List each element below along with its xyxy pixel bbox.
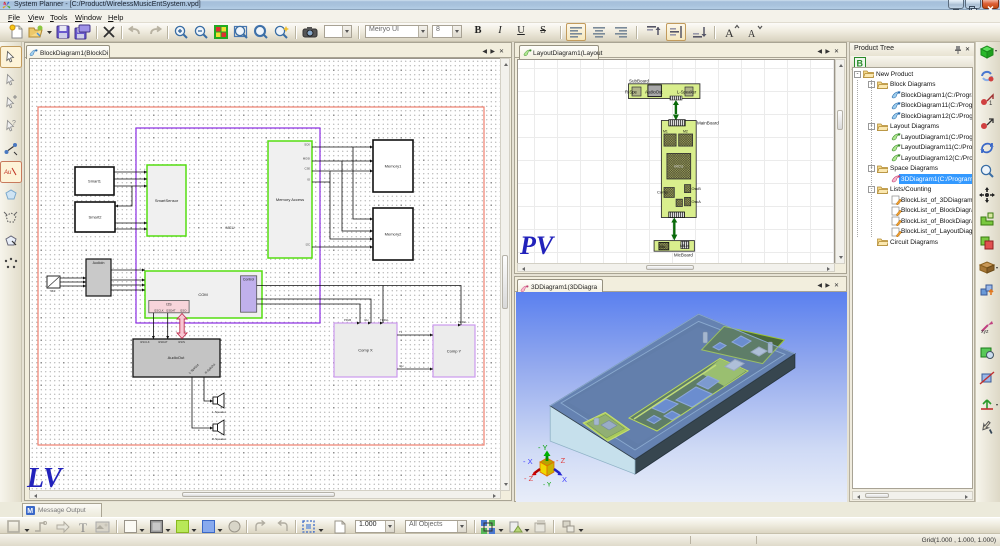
svg-text:SCK: SCK	[304, 143, 310, 147]
svg-text:Control: Control	[243, 278, 255, 282]
svg-text:I2H: I2H	[364, 318, 368, 322]
svg-text:I2SO: I2SO	[180, 309, 187, 313]
svg-text:Comp X: Comp X	[358, 348, 373, 353]
svg-text:I2SCLK: I2SCLK	[140, 340, 150, 344]
svg-text:Tx: Tx	[399, 330, 403, 334]
svg-text:L-Speaker: L-Speaker	[677, 90, 697, 95]
svg-text:MainBoard: MainBoard	[697, 121, 719, 126]
svg-text:I2SIN: I2SIN	[178, 340, 185, 344]
svg-text:AudioOut: AudioOut	[168, 355, 186, 360]
svg-text:MicBoard: MicBoard	[674, 253, 694, 258]
svg-text:- Z: - Z	[556, 456, 566, 465]
svg-text:?: ?	[12, 120, 16, 127]
svg-text:Comp Y: Comp Y	[447, 349, 462, 354]
svg-text:I2SDAT: I2SDAT	[158, 340, 168, 344]
svg-text:- Y: - Y	[543, 482, 552, 489]
svg-text:I2SDAT: I2SDAT	[166, 309, 176, 313]
svg-text:SmartSensor: SmartSensor	[155, 198, 179, 203]
svg-text:Au: Au	[3, 170, 12, 176]
svg-text:SubBoard: SubBoard	[629, 79, 650, 84]
svg-text:- Z: - Z	[524, 474, 534, 483]
svg-text:MOSI: MOSI	[303, 157, 310, 161]
svg-text:CS0: CS0	[305, 167, 311, 171]
svg-text:M2: M2	[683, 130, 688, 134]
svg-text:Smart2: Smart2	[89, 215, 103, 220]
svg-text:Memory1: Memory1	[385, 164, 402, 169]
svg-text:R-Spe: R-Spe	[625, 90, 638, 95]
svg-text:Mic: Mic	[51, 289, 56, 293]
svg-text:COM: COM	[198, 292, 207, 297]
svg-text:M: M	[27, 508, 33, 515]
svg-text:THRxL: THRxL	[380, 318, 389, 322]
svg-text:MB-In: MB-In	[680, 244, 689, 248]
svg-text:X: X	[562, 475, 567, 484]
svg-text:Memory2: Memory2	[385, 232, 402, 237]
svg-text:T: T	[79, 520, 87, 535]
svg-text:MCU: MCU	[225, 225, 234, 230]
svg-text:I2C: I2C	[306, 243, 310, 247]
svg-text:I2S: I2S	[166, 303, 172, 307]
svg-text:A: A	[725, 26, 734, 40]
svg-text:I2SCLK: I2SCLK	[154, 309, 164, 313]
svg-text:- X: - X	[523, 457, 533, 466]
svg-text:A: A	[748, 29, 756, 40]
svg-text:THRxL: THRxL	[458, 320, 467, 324]
svg-text:AudioIn: AudioIn	[93, 261, 105, 265]
svg-text:MCU: MCU	[674, 164, 683, 169]
svg-text:Smart1: Smart1	[88, 179, 102, 184]
svg-text:AudioOut: AudioOut	[645, 90, 663, 95]
svg-text:- Y: - Y	[538, 443, 547, 452]
svg-text:Comp: Comp	[657, 190, 668, 195]
svg-text:1: 1	[989, 101, 993, 107]
svg-text:I2H: I2H	[399, 364, 403, 368]
svg-text:Memory Access: Memory Access	[276, 197, 304, 202]
svg-text:PRxB: PRxB	[344, 318, 351, 322]
svg-text:M1: M1	[663, 130, 668, 134]
svg-text:L-Speaker: L-Speaker	[212, 410, 226, 414]
svg-text:OscB: OscB	[692, 187, 702, 191]
svg-text:Mic: Mic	[660, 245, 666, 249]
svg-text:xyz: xyz	[981, 329, 989, 335]
svg-text:OscA: OscA	[692, 200, 702, 204]
svg-text:R-Speaker: R-Speaker	[212, 437, 226, 441]
